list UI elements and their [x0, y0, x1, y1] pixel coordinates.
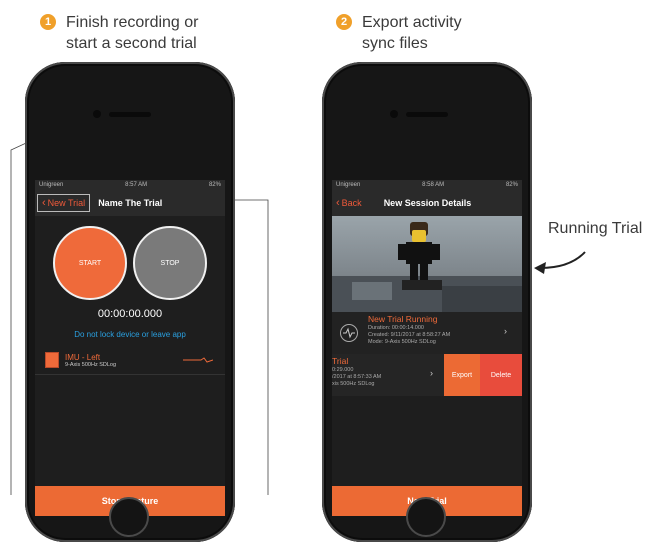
status-carrier: Unigreen	[39, 182, 64, 188]
front-camera	[93, 110, 101, 118]
running-trial-duration: Duration: 00:00:14.000	[368, 325, 424, 331]
trial-title: Trial	[332, 356, 349, 366]
home-button	[406, 497, 446, 537]
phone-2: Unigreen 8:58 AM 82% ‹ Back New Session …	[322, 62, 532, 542]
back-button-new-trial[interactable]: ‹ New Trial	[37, 194, 91, 212]
delete-button[interactable]: Delete	[480, 354, 522, 396]
status-bar: Unigreen 8:58 AM 82%	[332, 180, 522, 190]
status-time: 8:58 AM	[422, 182, 445, 188]
connector-line-right	[230, 199, 269, 495]
start-button[interactable]: START	[53, 226, 127, 300]
status-bar: Unigreen 8:57 AM 82%	[35, 180, 225, 190]
page-title: New Session Details	[383, 198, 472, 208]
running-trial-created: Created: 9/11/2017 at 8:58:27 AM	[368, 332, 451, 338]
earpiece	[109, 112, 151, 117]
running-trial-title: New Trial Running	[368, 314, 438, 324]
export-button[interactable]: Export	[444, 354, 480, 396]
screen-1: Unigreen 8:57 AM 82% ‹ New Trial Name Th…	[35, 180, 225, 516]
status-time: 8:57 AM	[125, 182, 148, 188]
front-camera	[390, 110, 398, 118]
waveform-icon	[340, 324, 358, 342]
running-trial-mode: Mode: 9-Axis 500Hz SDLog	[368, 339, 436, 345]
session-photo	[332, 216, 522, 312]
running-trial-row[interactable]: New Trial Running Duration: 00:00:14.000…	[332, 312, 522, 355]
capture-timer: 00:00:00.000	[97, 308, 163, 320]
callout-arrow	[539, 251, 586, 269]
warning-text: Do not lock device or leave app	[74, 330, 186, 339]
lego-figure-image	[332, 222, 522, 312]
sensor-name: IMU - Left	[65, 352, 101, 362]
sensor-subtitle: 9-Axis 500Hz SDLog	[65, 361, 117, 368]
status-battery: 82%	[208, 182, 221, 188]
back-button[interactable]: ‹ Back	[332, 197, 362, 209]
running-trial-callout: Running Trial	[548, 220, 643, 237]
back-label: New Trial	[47, 198, 86, 208]
status-battery: 82%	[505, 182, 518, 188]
status-carrier: Unigreen	[336, 182, 361, 188]
chevron-right-icon: ›	[430, 368, 433, 378]
signal-graph-icon	[183, 357, 213, 363]
trial-mode: xis 500Hz SDLog	[332, 381, 375, 387]
trial-row-swiped[interactable]: Trial 0:29.000 /2017 at 8:57:33 AM xis 5…	[332, 354, 522, 396]
back-label: Back	[341, 198, 362, 208]
trial-created: /2017 at 8:57:33 AM	[332, 374, 382, 380]
nav-bar: ‹ New Trial Name The Trial	[35, 190, 225, 216]
screen-2: Unigreen 8:58 AM 82% ‹ Back New Session …	[332, 180, 522, 516]
page-title: Name The Trial	[98, 198, 163, 208]
callout-arrowhead	[534, 262, 546, 274]
trial-duration: 0:29.000	[332, 367, 354, 373]
sensor-row[interactable]: IMU - Left 9-Axis 500Hz SDLog	[35, 346, 225, 375]
home-button	[109, 497, 149, 537]
chevron-left-icon: ‹	[336, 197, 340, 209]
chevron-right-icon: ›	[504, 326, 507, 336]
sensor-icon	[45, 352, 59, 368]
stop-button[interactable]: STOP	[133, 226, 207, 300]
earpiece	[406, 112, 448, 117]
chevron-left-icon: ‹	[42, 197, 46, 209]
phone-1: Unigreen 8:57 AM 82% ‹ New Trial Name Th…	[25, 62, 235, 542]
nav-bar: ‹ Back New Session Details	[332, 190, 522, 216]
